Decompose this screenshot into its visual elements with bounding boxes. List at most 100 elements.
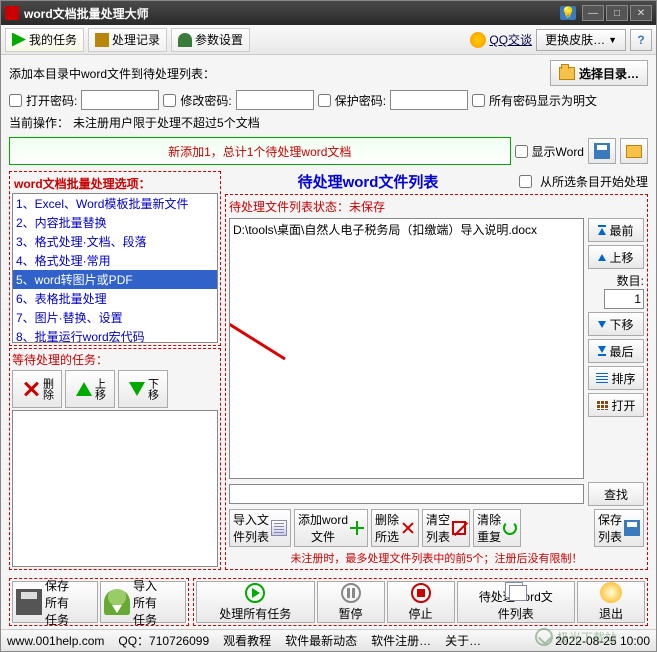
stop-icon (411, 583, 431, 603)
modify-pwd-input[interactable] (236, 90, 314, 110)
app-icon (5, 6, 19, 20)
tri-up-icon-2 (598, 254, 606, 261)
protect-pwd-checkbox[interactable] (318, 94, 331, 107)
option-item[interactable]: 5、word转图片或PDF (13, 270, 217, 289)
option-item[interactable]: 6、表格批量处理 (13, 289, 217, 308)
add-word-button[interactable]: 添加word 文件 (294, 509, 368, 547)
option-item[interactable]: 3、格式处理·文档、段落 (13, 232, 217, 251)
clear-icon (452, 521, 466, 535)
maximize-button[interactable]: □ (606, 5, 628, 21)
grid-icon (596, 400, 608, 410)
protect-pwd-input[interactable] (390, 90, 468, 110)
move-up-button[interactable]: 上移 (588, 245, 644, 269)
status-about[interactable]: 关于… (445, 632, 481, 649)
pending-delete-label: 删除 (42, 378, 53, 400)
toolbar: 我的任务 处理记录 参数设置 QQ交谈 更换皮肤…▼ ? (1, 25, 656, 55)
hint-icon[interactable]: 💡 (560, 6, 576, 20)
option-item[interactable]: 1、Excel、Word模板批量新文件 (13, 194, 217, 213)
tree-icon (178, 33, 192, 47)
open-pwd-checkbox[interactable] (9, 94, 22, 107)
run-all-button[interactable]: 处理所有任务 (196, 581, 315, 623)
status-site[interactable]: www.001help.com (7, 634, 104, 648)
option-item[interactable]: 2、内容批量替换 (13, 213, 217, 232)
pending-delete-button[interactable]: 删除 (12, 370, 62, 408)
tab-history-label: 处理记录 (112, 31, 160, 48)
from-selected-checkbox[interactable] (519, 175, 532, 188)
import-list-button[interactable]: 导入文 件列表 (229, 509, 291, 547)
qq-link[interactable]: QQ交谈 (470, 31, 532, 48)
tab-settings[interactable]: 参数设置 (171, 28, 250, 52)
options-panel: word文档批量处理选项： 1、Excel、Word模板批量新文件2、内容批量替… (9, 171, 221, 346)
status-register[interactable]: 软件注册… (371, 632, 431, 649)
file-list[interactable]: D:\tools\桌面\自然人电子税务局（扣缴端）导入说明.docx (229, 218, 584, 479)
pause-icon (341, 583, 361, 603)
clear-list-label: 清空 列表 (426, 511, 450, 545)
remove-dup-label: 清除 重复 (477, 511, 501, 545)
open-pwd-input[interactable] (81, 90, 159, 110)
import-list-label: 导入文 件列表 (233, 511, 269, 545)
tab-settings-label: 参数设置 (195, 31, 243, 48)
search-input[interactable] (229, 484, 584, 504)
tab-my-tasks[interactable]: 我的任务 (5, 28, 84, 52)
tri-up-icon (598, 228, 606, 235)
status-qq[interactable]: QQ：710726099 (118, 632, 209, 649)
clear-list-button[interactable]: 清空 列表 (422, 509, 470, 547)
redo-icon (503, 521, 517, 535)
pending-panel: 等待处理的任务： 删除 上移 下移 (9, 348, 221, 570)
current-op-value: 未注册用户限于处理不超过5个文档 (73, 114, 260, 131)
stop-label: 停止 (408, 605, 432, 622)
pending-up-button[interactable]: 上移 (65, 370, 115, 408)
sort-button[interactable]: 排序 (588, 366, 644, 390)
close-button[interactable]: ✕ (630, 5, 652, 21)
show-word-checkbox[interactable] (515, 145, 528, 158)
titlebar: word文档批量处理大师 💡 — □ ✕ (1, 1, 656, 25)
modify-pwd-checkbox[interactable] (163, 94, 176, 107)
minimize-button[interactable]: — (582, 5, 604, 21)
option-item[interactable]: 4、格式处理·常用 (13, 251, 217, 270)
move-bottom-button[interactable]: 最后 (588, 339, 644, 363)
save-list-button[interactable]: 保存 列表 (594, 509, 644, 547)
remove-dup-button[interactable]: 清除 重复 (473, 509, 521, 547)
import-all-tasks-button[interactable]: 导入 所有 任务 (100, 581, 186, 623)
delete-selected-button[interactable]: 删除 所选 (371, 509, 419, 547)
status-news[interactable]: 软件最新动态 (285, 632, 357, 649)
option-item[interactable]: 7、图片·替换、设置 (13, 308, 217, 327)
move-top-button[interactable]: 最前 (588, 218, 644, 242)
pending-list[interactable] (12, 410, 218, 567)
open-pwd-label: 打开密码: (26, 92, 77, 109)
options-list[interactable]: 1、Excel、Word模板批量新文件2、内容批量替换3、格式处理·文档、段落4… (12, 193, 218, 343)
browse-dir-button[interactable]: 选择目录… (550, 60, 648, 86)
move-down-button[interactable]: 下移 (588, 312, 644, 336)
arrow-up-icon (76, 382, 92, 396)
show-word-label: 显示Word (532, 143, 584, 160)
help-button[interactable]: ? (630, 29, 652, 51)
pending-down-button[interactable]: 下移 (118, 370, 168, 408)
count-input[interactable] (604, 289, 644, 309)
save-settings-button[interactable] (588, 138, 616, 164)
open-settings-button[interactable] (620, 138, 648, 164)
option-item[interactable]: 8、批量运行word宏代码 (13, 327, 217, 343)
save-all-label: 保存 所有 任务 (45, 577, 69, 628)
sort-icon (596, 373, 608, 383)
show-plain-checkbox[interactable] (472, 94, 485, 107)
status-tutorial[interactable]: 观看教程 (223, 632, 271, 649)
bar-top-icon (598, 225, 606, 227)
folder-icon (559, 67, 575, 80)
statusbar: www.001help.com QQ：710726099 观看教程 软件最新动态… (1, 629, 656, 651)
pause-button[interactable]: 暂停 (317, 581, 385, 623)
show-plain-label: 所有密码显示为明文 (489, 92, 597, 109)
search-button[interactable]: 查找 (588, 482, 644, 506)
search-label: 查找 (604, 486, 628, 503)
open-file-button[interactable]: 打开 (588, 393, 644, 417)
move-down-label: 下移 (609, 316, 633, 333)
stop-button[interactable]: 停止 (387, 581, 455, 623)
tab-history[interactable]: 处理记录 (88, 28, 167, 52)
file-item[interactable]: D:\tools\桌面\自然人电子税务局（扣缴端）导入说明.docx (232, 221, 581, 238)
process-list-button[interactable]: 待处理word文 件列表 (457, 581, 576, 623)
exit-button[interactable]: 退出 (577, 581, 645, 623)
save-all-tasks-button[interactable]: 保存 所有 任务 (12, 581, 98, 623)
filelist-state-label: 待处理文件列表状态： (229, 200, 349, 214)
skin-button[interactable]: 更换皮肤…▼ (536, 29, 626, 51)
delete-selected-label: 删除 所选 (375, 511, 399, 545)
filelist-title: 待处理word文件列表 (225, 171, 511, 192)
